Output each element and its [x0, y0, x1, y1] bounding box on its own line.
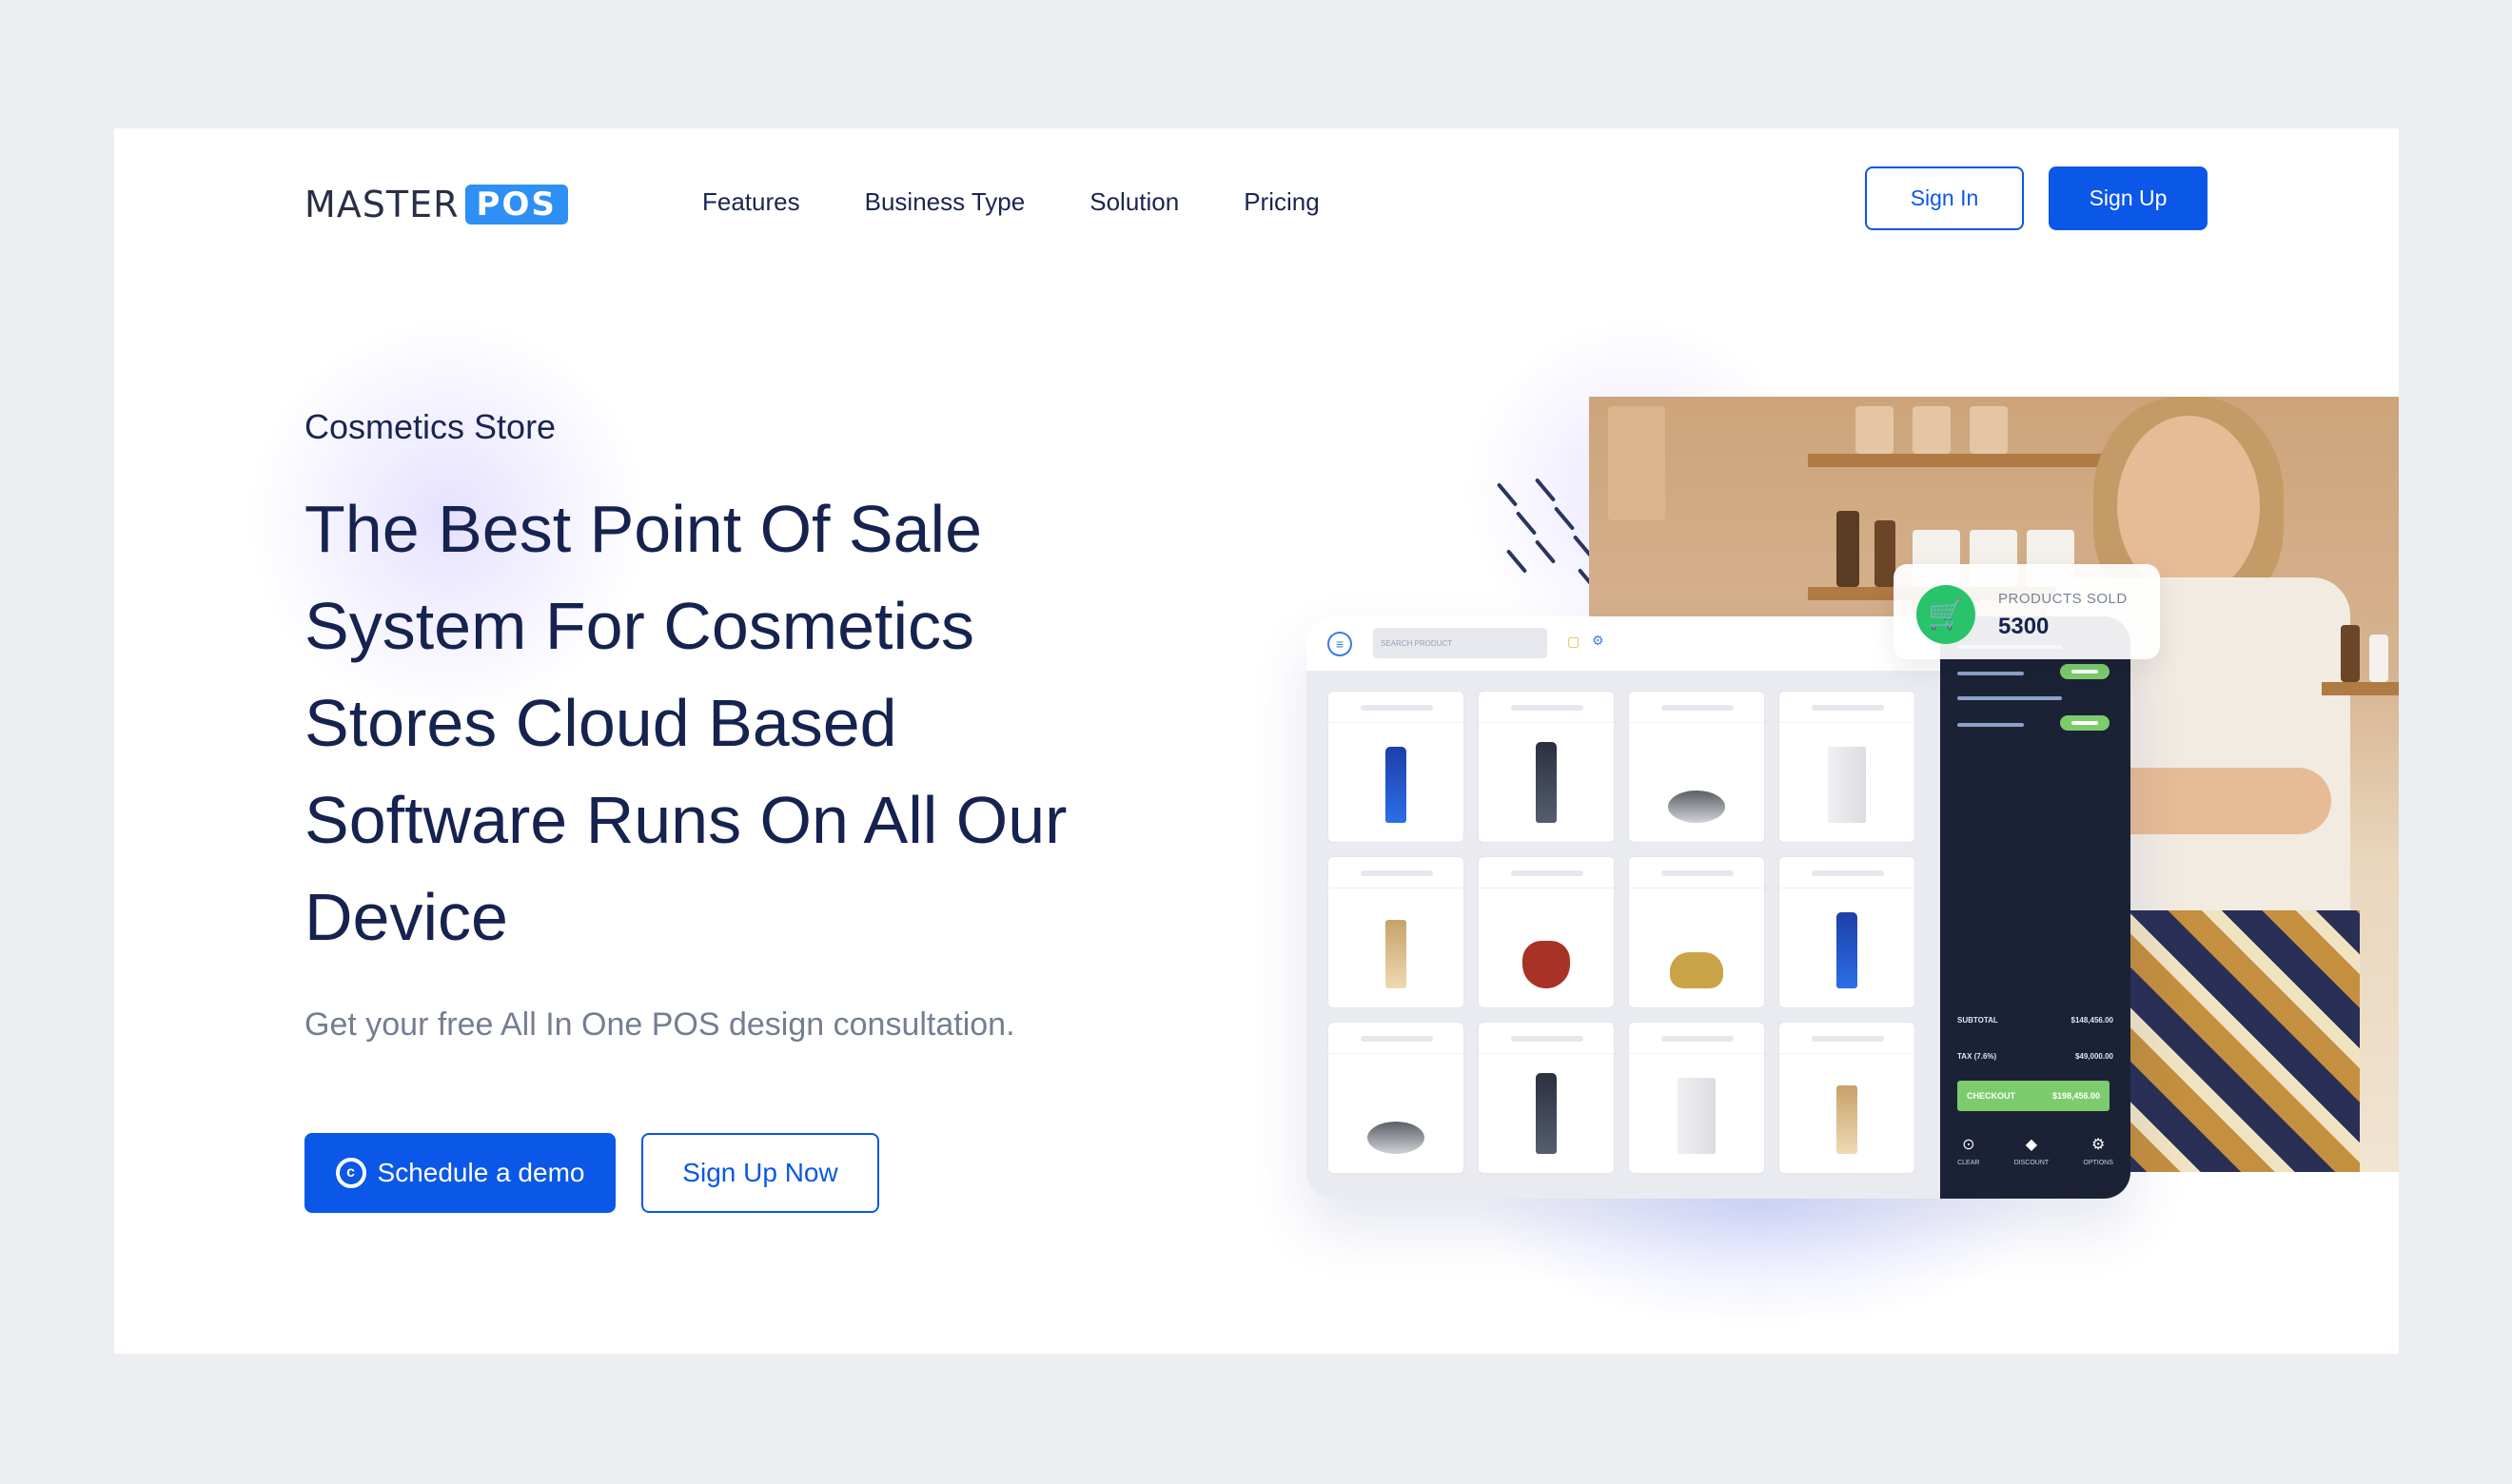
- product-card[interactable]: [1478, 1022, 1615, 1174]
- schedule-demo-label: Schedule a demo: [377, 1158, 585, 1187]
- order-qty-pill[interactable]: [2060, 715, 2110, 731]
- product-card[interactable]: [1778, 1022, 1915, 1174]
- product-search-input[interactable]: SEARCH PRODUCT: [1373, 628, 1547, 658]
- product-card[interactable]: [1478, 691, 1615, 843]
- products-sold-value: 5300: [1998, 614, 2050, 639]
- tag-icon: ◆: [2025, 1137, 2038, 1153]
- options-button[interactable]: ⚙ OPTIONS: [2083, 1135, 2113, 1166]
- nav-solution[interactable]: Solution: [1089, 187, 1179, 217]
- sign-in-button[interactable]: Sign In: [1865, 166, 2024, 230]
- hero-eyebrow: Cosmetics Store: [304, 407, 557, 446]
- product-card[interactable]: [1327, 1022, 1464, 1174]
- product-card[interactable]: [1628, 1022, 1765, 1174]
- product-card[interactable]: [1778, 856, 1915, 1008]
- hero-card: MASTER POS Features Business Type Soluti…: [114, 128, 2399, 1354]
- checkout-label: CHECKOUT: [1967, 1091, 2015, 1101]
- product-card[interactable]: [1628, 691, 1765, 843]
- pos-toolbar: ≡ SEARCH PRODUCT ▢ ⚙: [1306, 616, 1940, 671]
- logo-text: MASTER: [304, 184, 460, 225]
- masterpos-logo[interactable]: MASTER POS: [304, 181, 568, 228]
- checkout-button[interactable]: CHECKOUT $198,456.00: [1957, 1081, 2110, 1111]
- order-qty-pill[interactable]: [2060, 664, 2110, 679]
- clear-button[interactable]: ⊙ CLEAR: [1957, 1135, 1979, 1166]
- nav-features[interactable]: Features: [702, 187, 800, 217]
- product-card[interactable]: [1778, 691, 1915, 843]
- subtotal-value: $148,456.00: [2070, 1016, 2114, 1025]
- pos-order-sidebar: SUBTOTAL $148,456.00 TAX (7.6%) $49,000.…: [1940, 616, 2130, 1199]
- tax-value: $49,000.00: [2074, 1052, 2113, 1061]
- product-grid: [1327, 691, 1915, 1174]
- main-nav: Features Business Type Solution Pricing: [702, 187, 1320, 217]
- sign-up-button[interactable]: Sign Up: [2049, 166, 2208, 230]
- products-sold-card: 🛒 PRODUCTS SOLD 5300: [1894, 564, 2160, 659]
- pos-actions: ⊙ CLEAR ◆ DISCOUNT ⚙ OPTIONS: [1940, 1135, 2130, 1166]
- product-card[interactable]: [1327, 691, 1464, 843]
- hero-headline: The Best Point Of Sale System For Cosmet…: [304, 492, 1068, 954]
- clear-icon: ⊙: [1962, 1137, 1975, 1153]
- cart-icon: 🛒: [1916, 585, 1975, 644]
- schedule-demo-button[interactable]: c Schedule a demo: [304, 1133, 616, 1213]
- menu-icon[interactable]: ≡: [1327, 632, 1352, 656]
- product-card[interactable]: [1628, 856, 1765, 1008]
- gear-icon: ⚙: [2090, 1137, 2106, 1153]
- order-line-placeholder: [1957, 696, 2062, 700]
- checkout-total: $198,456.00: [2051, 1091, 2100, 1101]
- decorative-stripes: [1496, 478, 1600, 593]
- tax-label: TAX (7.6%): [1957, 1052, 1997, 1061]
- product-card[interactable]: [1478, 856, 1615, 1008]
- order-line-placeholder: [1957, 672, 2024, 675]
- nav-pricing[interactable]: Pricing: [1244, 187, 1319, 217]
- order-line-placeholder: [1957, 723, 2024, 727]
- hero-subtext: Get your free All In One POS design cons…: [304, 1006, 1015, 1043]
- logo-badge: POS: [464, 185, 568, 225]
- nav-business-type[interactable]: Business Type: [865, 187, 1026, 217]
- pos-app-preview: ≡ SEARCH PRODUCT ▢ ⚙ SUBTOTAL $148,456.0…: [1306, 616, 2130, 1199]
- products-sold-label: PRODUCTS SOLD: [1998, 591, 2128, 607]
- discount-button[interactable]: ◆ DISCOUNT: [2014, 1135, 2050, 1166]
- copy-icon[interactable]: ▢: [1567, 634, 1580, 650]
- calendar-icon: c: [335, 1158, 366, 1188]
- settings-icon[interactable]: ⚙: [1592, 633, 1604, 649]
- subtotal-label: SUBTOTAL: [1957, 1016, 1998, 1025]
- product-card[interactable]: [1327, 856, 1464, 1008]
- sign-up-now-button[interactable]: Sign Up Now: [641, 1133, 879, 1213]
